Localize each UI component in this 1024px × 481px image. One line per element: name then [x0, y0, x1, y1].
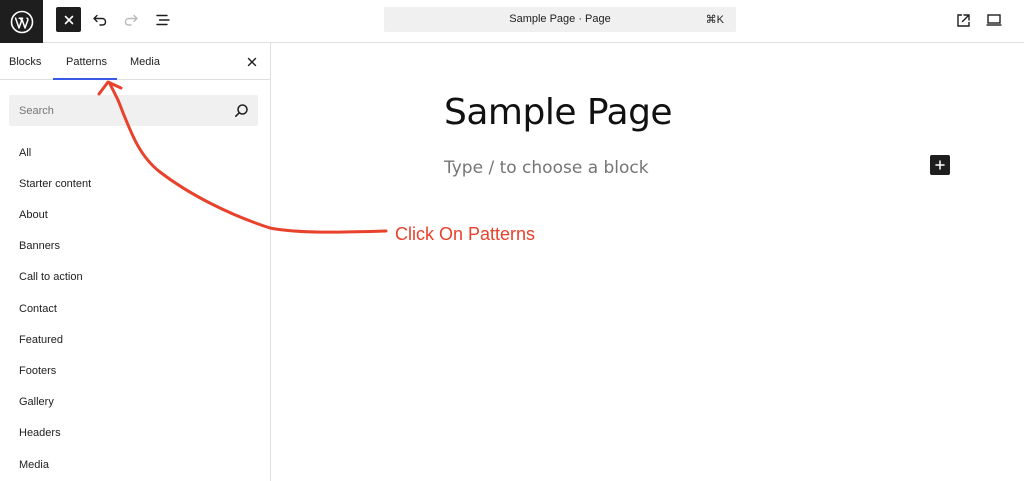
- search-box: [9, 95, 258, 126]
- category-footers[interactable]: Footers: [19, 365, 56, 377]
- tab-patterns[interactable]: Patterns: [66, 56, 107, 68]
- category-headers[interactable]: Headers: [19, 427, 61, 439]
- tab-blocks[interactable]: Blocks: [9, 56, 41, 68]
- editor-canvas: Sample Page Type / to choose a block: [272, 44, 1024, 481]
- category-contact[interactable]: Contact: [19, 303, 57, 315]
- document-title: Sample Page · Page: [509, 13, 611, 25]
- category-media[interactable]: Media: [19, 459, 49, 471]
- close-icon: [64, 15, 73, 24]
- search-icon[interactable]: [234, 103, 249, 118]
- add-block-button[interactable]: [930, 155, 950, 175]
- search-input[interactable]: [9, 95, 224, 126]
- device-preview-button[interactable]: [983, 9, 1005, 31]
- page-title[interactable]: Sample Page: [444, 92, 673, 133]
- close-icon: [247, 57, 257, 67]
- inserter-tabs: Blocks Patterns Media: [0, 43, 270, 80]
- tab-media[interactable]: Media: [130, 56, 160, 68]
- list-view-icon: [156, 14, 170, 26]
- external-link-icon: [956, 13, 970, 27]
- redo-button[interactable]: [120, 9, 142, 31]
- close-panel-button[interactable]: [244, 54, 260, 70]
- category-banners[interactable]: Banners: [19, 240, 60, 252]
- default-block-appender[interactable]: Type / to choose a block: [444, 158, 649, 178]
- wordpress-logo-button[interactable]: [0, 0, 43, 43]
- category-featured[interactable]: Featured: [19, 334, 63, 346]
- view-page-button[interactable]: [952, 9, 974, 31]
- category-gallery[interactable]: Gallery: [19, 396, 54, 408]
- close-inserter-button[interactable]: [56, 7, 81, 32]
- category-call-to-action[interactable]: Call to action: [19, 271, 83, 283]
- block-inserter-panel: Blocks Patterns Media All Starter conten…: [0, 43, 271, 481]
- desktop-icon: [986, 14, 1002, 26]
- document-overview-button[interactable]: [152, 9, 174, 31]
- category-about[interactable]: About: [19, 209, 48, 221]
- plus-icon: [935, 160, 945, 170]
- command-shortcut: ⌘K: [705, 14, 724, 26]
- wordpress-logo-icon: [10, 10, 33, 33]
- undo-icon: [93, 14, 107, 26]
- category-all[interactable]: All: [19, 147, 31, 159]
- active-tab-indicator: [53, 78, 117, 80]
- undo-button[interactable]: [89, 9, 111, 31]
- command-palette-button[interactable]: Sample Page · Page ⌘K: [384, 7, 736, 32]
- editor-toolbar: Sample Page · Page ⌘K: [0, 0, 1024, 43]
- annotation-text: Click On Patterns: [395, 224, 536, 244]
- category-starter-content[interactable]: Starter content: [19, 178, 91, 190]
- redo-icon: [124, 14, 138, 26]
